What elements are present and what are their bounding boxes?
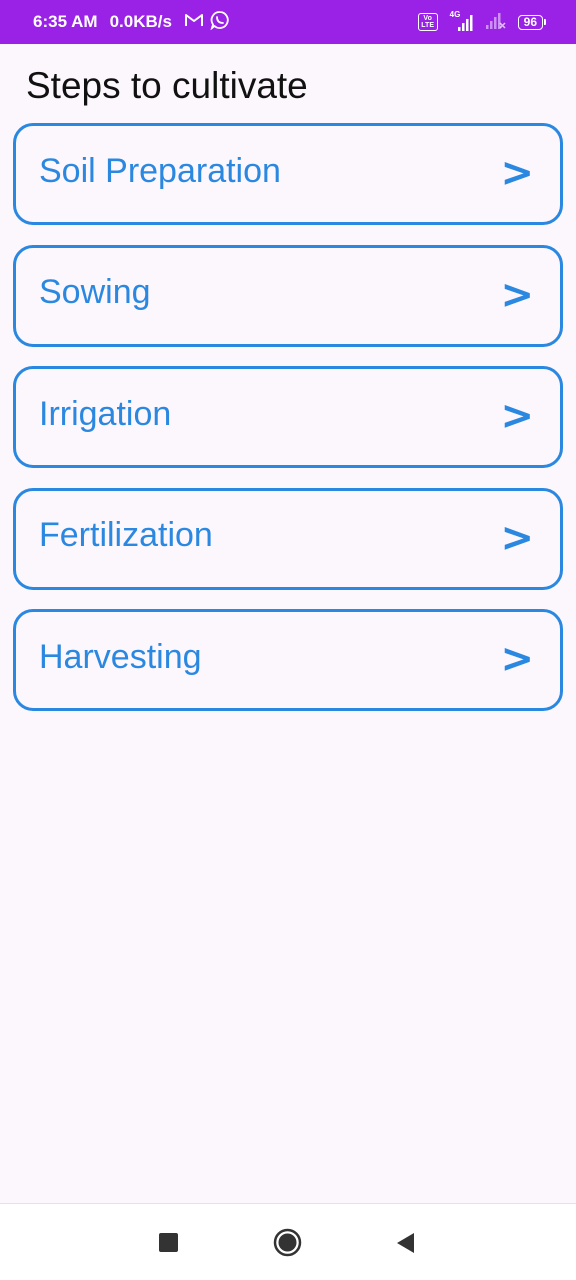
- navigation-bar: [0, 1203, 576, 1280]
- battery-icon: 96: [517, 14, 546, 30]
- back-button[interactable]: [395, 1231, 415, 1255]
- chevron-right-icon: >: [500, 514, 534, 561]
- step-card-soil-preparation[interactable]: Soil Preparation >: [13, 123, 563, 225]
- volte-icon: Vo LTE: [417, 13, 438, 31]
- step-card-irrigation[interactable]: Irrigation >: [13, 366, 563, 468]
- step-card-fertilization[interactable]: Fertilization >: [13, 487, 563, 590]
- home-button[interactable]: [273, 1228, 302, 1257]
- gmail-icon: [184, 12, 204, 33]
- step-label: Irrigation: [39, 394, 172, 433]
- recents-button[interactable]: [159, 1233, 178, 1252]
- chevron-right-icon: >: [500, 271, 534, 318]
- step-label: Fertilization: [39, 516, 213, 554]
- home-icon: [273, 1228, 302, 1257]
- signal-weak-icon: [484, 9, 508, 36]
- network-speed: 0.0KB/s: [109, 12, 172, 31]
- status-right: Vo LTE 4G 96: [417, 9, 546, 36]
- chevron-right-icon: >: [500, 636, 534, 682]
- back-icon: [397, 1233, 414, 1253]
- battery-level: 96: [517, 14, 543, 30]
- whatsapp-icon: [210, 10, 230, 35]
- signal-icon: 4G: [448, 10, 474, 33]
- step-card-sowing[interactable]: Sowing >: [13, 244, 563, 347]
- step-label: Soil Preparation: [39, 151, 281, 190]
- notification-icons: [184, 10, 230, 35]
- status-left: 6:35 AM 0.0KB/s: [33, 10, 230, 35]
- status-time: 6:35 AM: [33, 12, 98, 31]
- battery-tip: [544, 19, 546, 25]
- page-title: Steps to cultivate: [26, 65, 308, 106]
- step-card-harvesting[interactable]: Harvesting >: [13, 609, 563, 711]
- chevron-right-icon: >: [500, 150, 534, 196]
- chevron-right-icon: >: [500, 393, 534, 439]
- step-list: Soil Preparation > Sowing > Irrigation >…: [13, 123, 563, 731]
- step-label: Harvesting: [39, 637, 202, 676]
- step-label: Sowing: [39, 273, 151, 311]
- status-bar: 6:35 AM 0.0KB/s Vo LTE 4G 96: [0, 0, 576, 44]
